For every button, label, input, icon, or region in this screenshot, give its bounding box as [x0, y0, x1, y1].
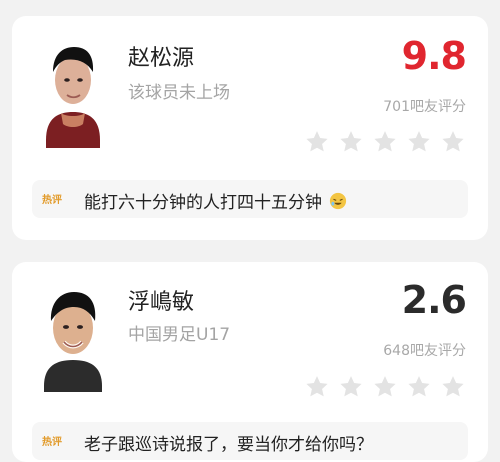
star-icon[interactable] — [304, 129, 330, 155]
rating-count: 648吧友评分 — [383, 343, 466, 359]
star-icon[interactable] — [406, 374, 432, 400]
coach-photo — [36, 282, 110, 392]
player-name: 赵松源 — [128, 46, 195, 71]
star-icon[interactable] — [372, 129, 398, 155]
star-icon[interactable] — [338, 374, 364, 400]
star-icon[interactable] — [304, 374, 330, 400]
avatar — [36, 38, 110, 148]
star-icon[interactable] — [338, 129, 364, 155]
star-icon[interactable] — [440, 374, 466, 400]
comment-text: 能打六十分钟的人打四十五分钟 — [84, 193, 322, 213]
player-name: 浮嶋敏 — [128, 290, 195, 315]
player-photo — [36, 38, 110, 148]
comment-line: 能打六十分钟的人打四十五分钟 — [84, 188, 347, 213]
star-rating[interactable] — [304, 129, 466, 155]
comment-text: 老子跟巡诗说报了，要当你才给你吗？ — [84, 435, 373, 455]
star-icon[interactable] — [440, 129, 466, 155]
player-card[interactable]: 浮嶋敏 中国男足U17 2.6 648吧友评分 热评 老子跟巡诗说报了，要当你才… — [12, 262, 488, 462]
star-icon[interactable] — [406, 129, 432, 155]
hot-comment-badge: 热评 — [42, 437, 62, 448]
player-status: 该球员未上场 — [128, 83, 230, 103]
avatar — [36, 282, 110, 392]
rating-count: 701吧友评分 — [383, 99, 466, 115]
star-icon[interactable] — [372, 374, 398, 400]
player-team: 中国男足U17 — [128, 325, 231, 345]
player-card[interactable]: 赵松源 该球员未上场 9.8 701吧友评分 热评 能打六十分钟的人打四十五分钟 — [12, 16, 488, 240]
player-score: 9.8 — [401, 34, 467, 78]
hot-comment[interactable]: 热评 老子跟巡诗说报了，要当你才给你吗？ — [32, 422, 468, 460]
hot-comment-badge: 热评 — [42, 195, 62, 206]
hot-comment[interactable]: 热评 能打六十分钟的人打四十五分钟 — [32, 180, 468, 218]
laughing-face-icon — [330, 192, 347, 210]
player-score: 2.6 — [401, 278, 467, 322]
star-rating[interactable] — [304, 374, 466, 400]
